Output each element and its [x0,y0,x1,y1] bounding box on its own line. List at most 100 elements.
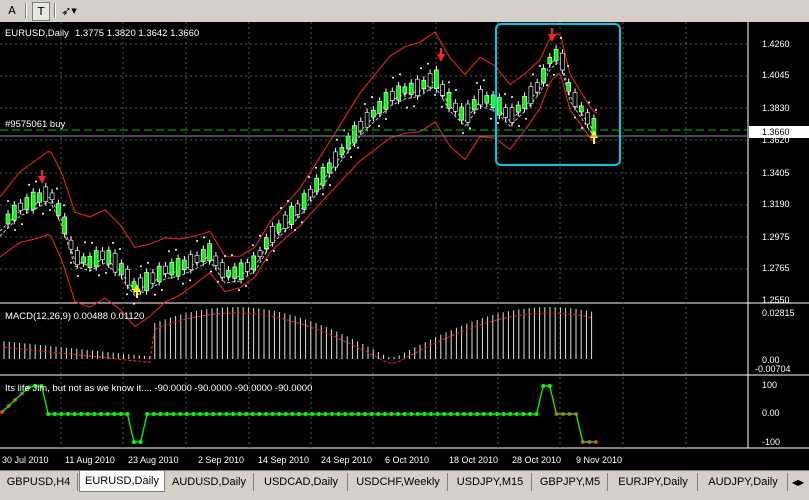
candle-body [396,85,401,101]
tab-label: USDJPY,M15 [456,476,524,488]
sar-dot [182,282,184,285]
candle-body [522,96,527,109]
sar-dot [14,229,16,231]
candle-body [440,84,446,96]
candle-body [62,216,68,235]
symbol-title: EURUSD,Daily [5,28,69,39]
sar-dot [105,271,107,274]
sar-dot [98,274,100,277]
sar-dot [175,248,177,251]
ohlc-values: 1.3775 1.3820 1.3642 1.3660 [75,28,199,39]
date-tick: 23 Aug 2010 [128,455,179,465]
candle-body [541,67,546,84]
sar-dot [259,234,261,237]
bollinger-bands [0,31,598,328]
tab-gbpjpy[interactable]: GBPJPY,M5 [533,473,608,491]
sar-dot [126,293,128,296]
tab-audusd[interactable]: AUDUSD,Daily [165,473,254,491]
price-tick: 1.3830 [762,103,790,113]
candle-body [490,94,496,108]
tab-eurusd[interactable]: EURUSD,Daily [79,471,165,492]
candle-body [308,188,313,198]
sar-dot [35,180,37,183]
candle-body [12,204,17,221]
sar-dot [448,81,450,84]
sar-dot [196,239,198,242]
sell-arrow-icon [38,170,46,184]
tab-eurjpy[interactable]: EURJPY,Daily [609,473,698,491]
sar-dot [301,221,303,224]
tab-usdjpy[interactable]: USDJPY,M15 [449,473,532,491]
candle-body [263,237,269,250]
candle-body [207,243,212,262]
indicator-line [1,385,596,443]
sar-dot [266,259,268,261]
candle-body [326,162,332,174]
candle-body [257,250,263,257]
candle-body [119,263,124,275]
price-chart[interactable]: EURUSD,Daily 1.3775 1.3820 1.3642 1.3660… [0,22,809,470]
price-tick: 1.2550 [762,295,790,305]
date-tick: 11 Aug 2010 [65,455,115,465]
tab-audjpy[interactable]: AUDJPY,Daily [699,473,788,491]
tab-label: USDCAD,Daily [264,476,338,488]
candle-body [389,91,395,101]
text-tool-button[interactable]: T [32,2,50,21]
sar-dot [406,106,408,109]
sar-dot [70,261,72,264]
candle-body [276,223,282,233]
candle-body [421,79,427,90]
sar-dot [497,122,499,124]
price-tick: 1.2975 [762,232,790,242]
tab-usdcad[interactable]: USDCAD,Daily [255,473,348,491]
macd-tick: 0.02815 [762,308,795,318]
signal-arrows [38,28,598,298]
price-tick: 1.4260 [762,39,790,49]
candle-body [150,272,156,284]
sar-dot [140,265,142,268]
sar-dot [329,184,331,186]
arrows-tool-button[interactable]: ➶ ▼ [58,2,80,19]
date-tick: 6 Oct 2010 [385,455,429,465]
candle-body [478,89,483,106]
sar-dot [252,244,254,247]
sar-dot [336,138,338,141]
sar-dot [483,79,485,82]
tab-label: AUDUSD,Daily [172,476,246,488]
sar-dot [91,241,93,244]
candle-body [49,192,55,200]
candles [5,45,597,296]
date-tick: 14 Sep 2010 [258,455,309,465]
text-label-tool-button[interactable]: A [4,2,20,19]
sar-dot [490,117,492,120]
sar-dot [413,105,415,108]
price-axis: 1.4260 1.4045 1.3830 1.3620 1.3405 1.319… [749,39,809,305]
price-tick: 1.2765 [762,263,790,273]
date-tick: 30 Jul 2010 [2,455,49,465]
drawing-toolbar: A T ➶ ▼ [0,0,809,23]
tab-gbpusd[interactable]: GBPUSD,H4 [0,473,78,491]
candle-body [56,203,61,216]
sar-dot [371,96,373,98]
candle-body [452,102,458,112]
date-tick: 28 Oct 2010 [512,455,561,465]
candle-body [295,203,301,215]
candle-body [503,107,509,118]
sar-dot [224,255,226,257]
candle-body [182,259,187,271]
candle-body [434,69,439,90]
tab-usdchf[interactable]: USDCHF,Weekly [349,473,448,491]
sar-dot [42,212,44,215]
sar-dot [364,103,366,105]
tab-scroll-icon[interactable]: ◀▶ [789,475,807,489]
sar-dot [392,76,394,79]
candle-body [163,265,168,274]
date-tick: 18 Oct 2010 [449,455,498,465]
candle-body [553,48,559,62]
sar-dot [77,275,79,277]
candle-body [37,192,42,203]
candle-body [24,197,30,211]
sar-dot [553,73,555,76]
sar-dot [245,285,247,287]
sar-dot [84,241,86,244]
